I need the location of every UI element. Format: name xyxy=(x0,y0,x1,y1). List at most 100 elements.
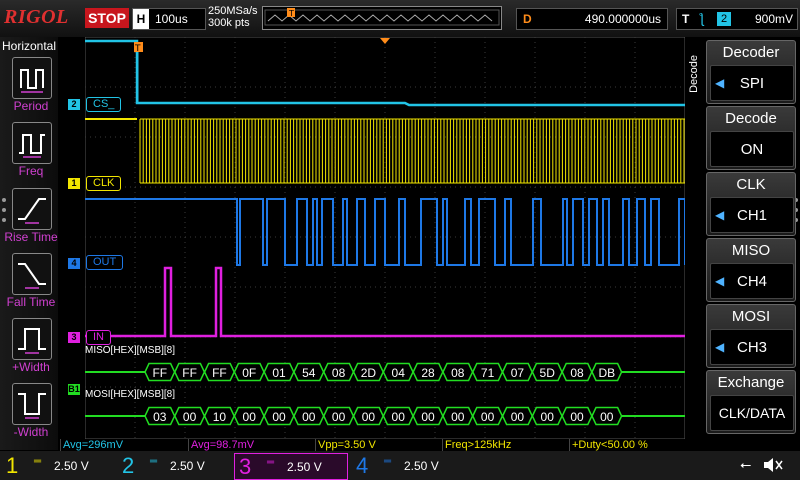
fall-time-button[interactable] xyxy=(12,253,52,295)
memory-overview-bar[interactable]: T xyxy=(262,6,502,30)
decode-onoff-button[interactable]: Decode ON xyxy=(706,106,796,170)
measurement-bar: Avg=296mV Avg=98.7mV Vpp=3.50 V Freq>125… xyxy=(58,439,686,451)
timebase-box[interactable]: H 100us xyxy=(132,8,206,30)
trigger-level: 900mV xyxy=(754,12,793,26)
trigger-box[interactable]: T ƪ 2 900mV xyxy=(676,8,798,30)
mosi-title: MOSI[HEX][MSB][8] xyxy=(85,389,176,400)
decode-byte: 01 xyxy=(272,366,286,380)
trigger-position-icon: T xyxy=(287,8,295,18)
rising-edge-icon: ƪ xyxy=(699,10,705,26)
ch2-marker[interactable]: 2 xyxy=(68,99,80,110)
measure-avg-ch3[interactable]: Avg=98.7mV xyxy=(188,439,317,451)
freq-button[interactable] xyxy=(12,122,52,164)
ch1-status[interactable]: 1 ═ 2.50 V xyxy=(2,453,114,478)
ch2-status[interactable]: 2 ═ 2.50 V xyxy=(118,453,230,478)
run-stop-status[interactable]: STOP xyxy=(85,8,129,28)
bus-marker[interactable]: B1 xyxy=(68,384,80,395)
ch3-marker[interactable]: 3 xyxy=(68,332,80,343)
ch3-scale: 2.50 V xyxy=(287,460,322,474)
decode-byte: 00 xyxy=(272,410,286,424)
decoder-title: Decoder xyxy=(722,44,780,61)
ch4-marker[interactable]: 4 xyxy=(68,258,80,269)
mosi-source-button[interactable]: MOSI ◀ CH3 xyxy=(706,304,796,368)
decode-byte: FF xyxy=(152,366,167,380)
speaker-mute-icon[interactable] xyxy=(762,456,784,474)
decode-byte: FF xyxy=(212,366,227,380)
dc-coupling-icon: ═ xyxy=(267,457,275,468)
delay-box[interactable]: D 490.000000us xyxy=(516,8,668,30)
left-panel-title: Horizontal xyxy=(2,39,57,53)
ch4-number: 4 xyxy=(356,453,369,478)
rise-time-button[interactable] xyxy=(12,188,52,230)
decode-byte: 07 xyxy=(511,366,525,380)
positive-width-icon xyxy=(18,328,46,354)
dc-coupling-icon: ═ xyxy=(150,456,158,467)
sample-rate: 250MSa/s xyxy=(208,5,258,17)
miso-value: CH4 xyxy=(736,273,767,290)
ch1-scale: 2.50 V xyxy=(54,459,89,473)
period-label: Period xyxy=(13,99,49,113)
neg-width-button[interactable] xyxy=(12,383,52,425)
out-label: OUT xyxy=(86,255,124,270)
decode-byte: 0F xyxy=(242,366,256,380)
neg-width-label: -Width xyxy=(13,425,49,439)
decode-byte: 03 xyxy=(153,410,167,424)
cs-label: CS_ xyxy=(86,97,122,112)
fall-time-icon xyxy=(18,263,46,289)
dc-coupling-icon: ═ xyxy=(34,456,42,467)
timebase-value: 100us xyxy=(155,12,188,26)
decode-byte: 00 xyxy=(511,410,525,424)
freq-icon xyxy=(19,134,45,158)
measure-vpp-ch1[interactable]: Vpp=3.50 V xyxy=(315,439,444,451)
fall-time-label: Fall Time xyxy=(6,295,56,309)
decode-byte: 00 xyxy=(302,410,316,424)
decoder-value: SPI xyxy=(739,75,765,92)
decoder-button[interactable]: Decoder ◀ SPI xyxy=(706,40,796,104)
decode-byte: 08 xyxy=(332,366,346,380)
usb-icon: ⭠ xyxy=(740,456,752,472)
decode-byte: 2D xyxy=(361,366,377,380)
decode-byte: 00 xyxy=(541,410,555,424)
decode-byte: 54 xyxy=(302,366,316,380)
clk-title: CLK xyxy=(736,176,766,193)
decode-byte: 00 xyxy=(243,410,257,424)
decode-byte: 00 xyxy=(481,410,495,424)
decode-byte: 08 xyxy=(570,366,584,380)
decode-byte: 28 xyxy=(421,366,435,380)
measure-duty-ch1[interactable]: +Duty<50.00 % xyxy=(569,439,687,451)
decode-byte: 00 xyxy=(392,410,406,424)
ch1-marker[interactable]: 1 xyxy=(68,178,80,189)
delay-value: 490.000000us xyxy=(584,12,661,26)
rise-time-icon xyxy=(18,198,46,224)
timebase-key: H xyxy=(133,9,149,29)
measure-freq-ch1[interactable]: Freq>125kHz xyxy=(442,439,571,451)
ch2-number: 2 xyxy=(122,453,135,478)
measure-avg-ch2[interactable]: Avg=296mV xyxy=(60,439,189,451)
decode-byte: 00 xyxy=(600,410,614,424)
pos-width-button[interactable] xyxy=(12,318,52,360)
ch2-scale: 2.50 V xyxy=(170,459,205,473)
mosi-menu-title: MOSI xyxy=(731,308,771,325)
decode-byte: 08 xyxy=(451,366,465,380)
miso-source-button[interactable]: MISO ◀ CH4 xyxy=(706,238,796,302)
ch3-status[interactable]: 3 ═ 2.50 V xyxy=(234,453,348,480)
waveform-display[interactable]: T FF FF FF 0F 01 54 08 2D 04 28 08 71 07 5D 08 DB 03 00 1… xyxy=(85,37,685,439)
rise-time-label: Rise Time xyxy=(4,230,58,244)
clk-source-button[interactable]: CLK ◀ CH1 xyxy=(706,172,796,236)
trigger-key: T xyxy=(682,12,690,26)
mosi-value: CH3 xyxy=(736,339,767,356)
miso-title: MISO[HEX][MSB][8] xyxy=(85,345,176,356)
decode-byte: 71 xyxy=(481,366,495,380)
exchange-button[interactable]: Exchange CLK/DATA xyxy=(706,370,796,434)
dc-coupling-icon: ═ xyxy=(384,456,392,467)
clk-label: CLK xyxy=(86,176,122,191)
in-label: IN xyxy=(86,330,111,345)
decode-title: Decode xyxy=(725,110,777,127)
miso-menu-title: MISO xyxy=(731,242,771,259)
decode-byte: 00 xyxy=(183,410,197,424)
pos-width-label: +Width xyxy=(12,360,50,374)
memory-waveform-overview: T xyxy=(264,8,500,26)
decode-byte: DB xyxy=(598,366,615,380)
period-button[interactable] xyxy=(12,57,52,99)
ch4-status[interactable]: 4 ═ 2.50 V xyxy=(352,453,464,478)
